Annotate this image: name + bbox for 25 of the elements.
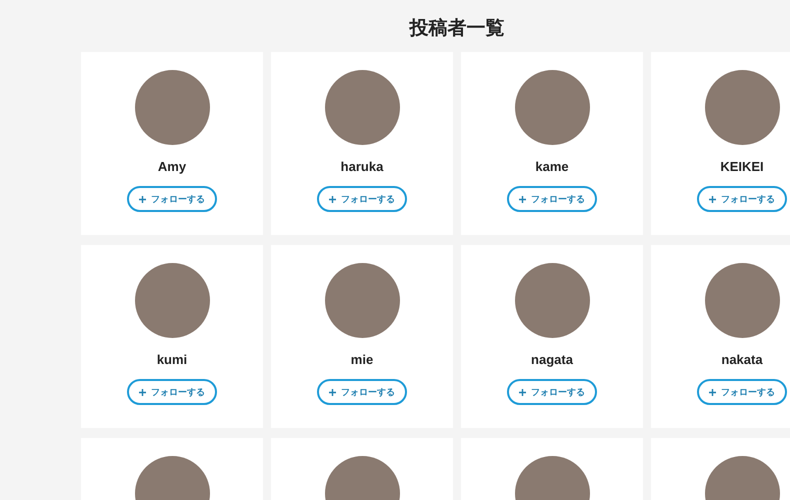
- user-name: nakata: [721, 352, 763, 367]
- page-title: 投稿者一覧: [408, 16, 506, 41]
- follow-button[interactable]: フォローする: [317, 186, 407, 212]
- user-name: Amy: [158, 159, 186, 174]
- user-name: kame: [535, 159, 569, 174]
- plus-icon: [709, 196, 716, 202]
- follow-button[interactable]: フォローする: [507, 379, 597, 405]
- plus-icon: [519, 388, 526, 396]
- plus-icon: [139, 196, 146, 202]
- plus-icon: [709, 388, 716, 396]
- plus-icon: [329, 196, 336, 202]
- follow-button[interactable]: フォローする: [317, 379, 407, 405]
- user-name: haruka: [340, 159, 384, 174]
- follow-button[interactable]: フォローする: [697, 379, 787, 405]
- plus-icon: [139, 388, 146, 396]
- follow-button[interactable]: フォローする: [507, 186, 597, 212]
- plus-icon: [329, 388, 336, 396]
- user-name: nagata: [531, 352, 573, 367]
- follow-button[interactable]: フォローする: [127, 379, 217, 405]
- user-name: mie: [350, 352, 374, 367]
- follow-button[interactable]: フォローする: [697, 186, 787, 212]
- user-name: KEIKEI: [720, 159, 764, 174]
- plus-icon: [519, 196, 526, 202]
- user-name: kumi: [156, 352, 188, 367]
- follow-button[interactable]: フォローする: [127, 186, 217, 212]
